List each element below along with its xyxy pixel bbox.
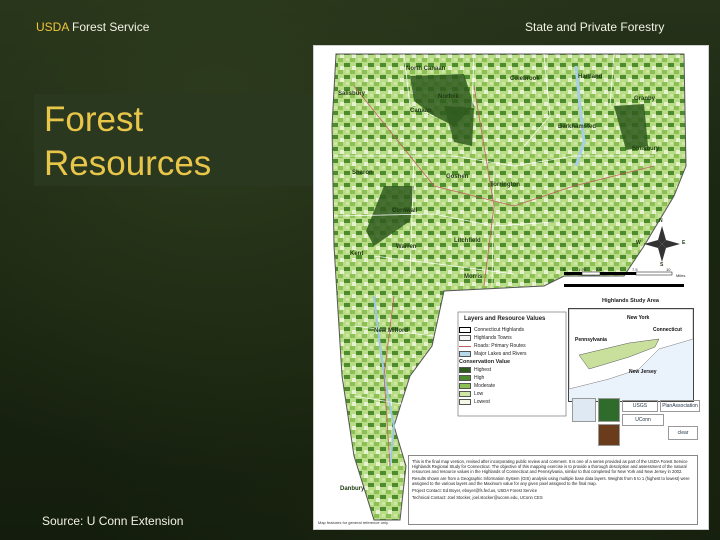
inset-label: New York	[627, 315, 650, 321]
town-label: Morris	[464, 274, 483, 280]
town-label: Salisbury	[338, 91, 366, 97]
town-label: Barkhamsted	[558, 124, 597, 130]
compass-s: S	[660, 262, 664, 268]
town-label: Canaan	[410, 108, 432, 114]
scale-tick: 7.5	[632, 267, 638, 272]
scale-tick: 2.5	[596, 267, 602, 272]
legend-item: Lowest	[459, 398, 569, 406]
town-label: Kent	[350, 251, 364, 257]
scale-tick: 0	[563, 267, 566, 272]
town-label: Litchfield	[454, 238, 481, 244]
logo-icon	[572, 398, 596, 422]
forest-service-label: Forest Service	[68, 20, 150, 34]
town-label: Torrington	[490, 182, 520, 188]
program-header: State and Private Forestry	[525, 20, 665, 34]
legend-item: High	[459, 374, 569, 382]
scale-tick: 1.25	[578, 267, 586, 272]
inset-label: New Jersey	[629, 369, 657, 375]
legend-swatch	[459, 335, 471, 341]
partner-logos: USGS PlanAssociation UConn clear	[572, 398, 700, 452]
map-footer-note: Map features for general reference only	[318, 520, 389, 525]
legend: Connecticut Highlands Highlands Towns Ro…	[459, 326, 569, 406]
legend-item: Highlands Towns	[459, 334, 569, 342]
legend-swatch	[459, 391, 471, 397]
compass-e: E	[682, 240, 686, 246]
scale-bar	[564, 271, 684, 287]
town-label: Danbury	[340, 486, 365, 492]
usgs-logo: USGS	[622, 400, 658, 412]
legend-swatch	[459, 367, 471, 373]
legend-swatch	[459, 351, 471, 357]
forest-service-shield-icon	[598, 398, 620, 422]
scale-unit: Miles	[676, 273, 686, 278]
compass-n: N	[659, 218, 663, 224]
slide-title-line2: Resources	[44, 144, 212, 183]
town-label: Granby	[634, 96, 656, 102]
legend-swatch	[459, 345, 471, 347]
legend-swatch	[459, 327, 471, 333]
uconn-logo: UConn	[622, 414, 664, 426]
compass-w: W	[636, 240, 641, 246]
town-label: Hartland	[578, 74, 603, 80]
legend-item: Major Lakes and Rivers	[459, 350, 569, 358]
town-label: Warren	[396, 244, 417, 250]
slide-title-line1: Forest	[44, 100, 144, 139]
slide-title: Forest Resources	[44, 98, 314, 186]
legend-item: Connecticut Highlands	[459, 326, 569, 334]
inset-title: Highlands Study Area	[602, 298, 659, 304]
town-label: Norfolk	[438, 94, 459, 100]
legend-swatch	[459, 399, 471, 405]
notes-contact: Project Contact: Ed Boyer, eboyer@fs.fed…	[412, 488, 538, 493]
source-credit: Source: U Conn Extension	[42, 514, 184, 528]
town-label: Simsbury	[632, 146, 660, 152]
town-label: New Milford	[374, 328, 408, 334]
legend-title: Layers and Resource Values	[464, 316, 546, 322]
legend-item: Moderate	[459, 382, 569, 390]
legend-item: Roads: Primary Routes	[459, 342, 569, 350]
notes-paragraph: This is the final map version, revised a…	[412, 459, 688, 474]
clear-logo: clear	[668, 426, 698, 440]
usda-label: USDA	[36, 20, 69, 34]
legend-swatch	[459, 383, 471, 389]
town-label: Sharon	[352, 170, 373, 176]
map-notes: This is the final map version, revised a…	[408, 455, 698, 525]
inset-graphic	[569, 309, 693, 390]
scale-tick: 10	[666, 267, 671, 272]
legend-swatch	[459, 375, 471, 381]
forest-resources-map: North Canaan Colebrook Hartland Salisbur…	[313, 45, 709, 530]
inset-map: New York Connecticut Pennsylvania New Je…	[568, 308, 694, 402]
town-label: Colebrook	[510, 76, 540, 82]
agency-header: USDA Forest Service	[36, 20, 149, 34]
town-label: Cornwall	[392, 208, 418, 214]
town-label: Goshen	[446, 174, 469, 180]
plan-association-logo: PlanAssociation	[660, 400, 700, 412]
town-label: North Canaan	[406, 66, 446, 72]
notes-contact: Technical Contact: Joel Stocker, joel.st…	[412, 495, 543, 500]
bear-icon	[598, 424, 620, 446]
inset-label: Connecticut	[653, 327, 682, 333]
legend-item: Low	[459, 390, 569, 398]
legend-item: Highest	[459, 366, 569, 374]
notes-paragraph: Results shown are from a Geographic Info…	[412, 476, 690, 486]
conservation-title: Conservation Value	[459, 359, 511, 365]
inset-label: Pennsylvania	[575, 337, 607, 343]
